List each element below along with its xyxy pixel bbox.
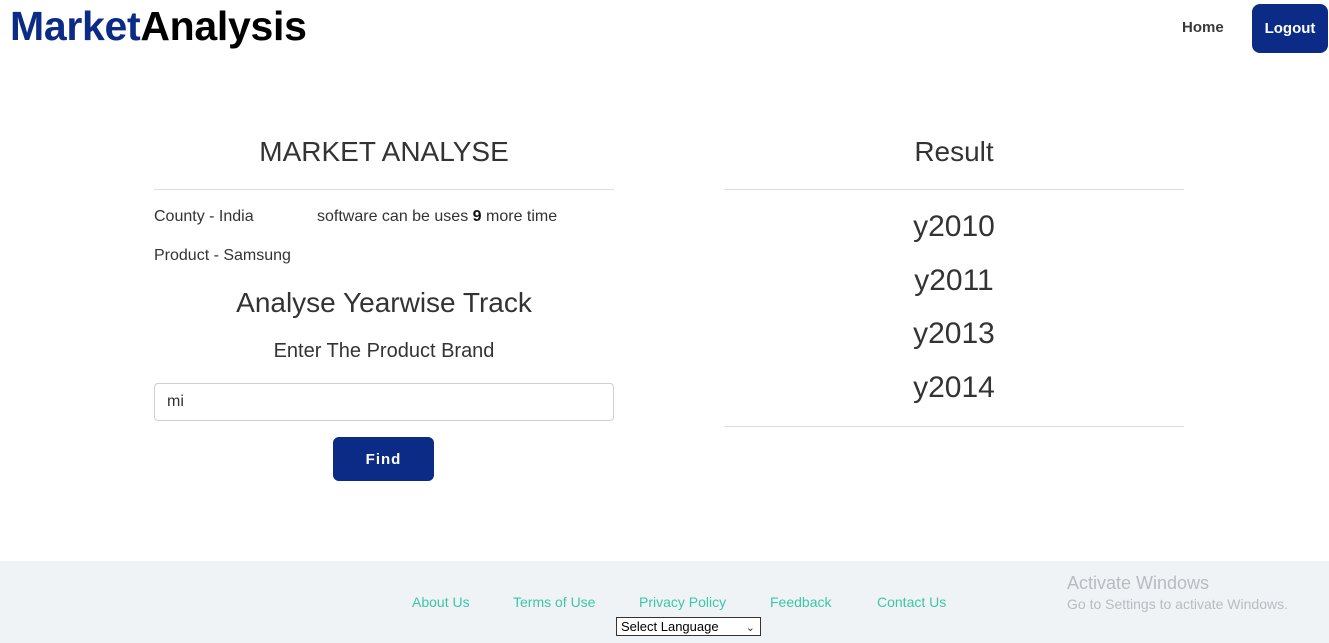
watermark-subtitle: Go to Settings to activate Windows. xyxy=(1067,596,1288,612)
usage-count: 9 xyxy=(472,208,482,225)
product-brand-input[interactable] xyxy=(154,383,614,421)
usage-prefix: software can be uses xyxy=(317,208,469,225)
result-panel: Result y2010 y2011 y2013 y2014 xyxy=(724,130,1184,427)
nav-home-link[interactable]: Home xyxy=(1182,18,1224,38)
result-item: y2011 xyxy=(914,263,994,297)
market-analyse-panel: MARKET ANALYSE County - India software c… xyxy=(154,130,614,481)
logout-button[interactable]: Logout xyxy=(1252,4,1328,53)
page: MarketAnalysis Home Logout MARKET ANALYS… xyxy=(0,0,1329,643)
language-select[interactable]: Select Language ⌄ xyxy=(616,617,761,636)
chevron-down-icon: ⌄ xyxy=(745,622,755,634)
footer-link-feedback[interactable]: Feedback xyxy=(770,594,831,610)
yearwise-track-heading: Analyse Yearwise Track xyxy=(236,287,532,318)
brand-part-analysis: Analysis xyxy=(140,3,307,49)
footer-link-about-us[interactable]: About Us xyxy=(412,594,470,610)
product-text: Product - Samsung xyxy=(154,247,291,264)
find-button[interactable]: Find xyxy=(333,437,434,481)
usage-suffix: more time xyxy=(486,208,558,225)
brand-part-market: Market xyxy=(10,3,141,49)
product-brand-prompt: Enter The Product Brand xyxy=(273,340,495,362)
country-text: County - India xyxy=(154,208,254,225)
result-list: y2010 y2011 y2013 y2014 xyxy=(724,190,1184,427)
footer-link-privacy-policy[interactable]: Privacy Policy xyxy=(639,594,726,610)
result-title: Result xyxy=(724,130,1184,190)
language-select-value: Select Language xyxy=(621,619,719,634)
result-item: y2014 xyxy=(913,370,995,404)
panel-title: MARKET ANALYSE xyxy=(154,130,614,190)
usage-info: software can be uses 9 more time xyxy=(317,208,557,226)
footer-link-contact-us[interactable]: Contact Us xyxy=(877,594,946,610)
footer-link-terms-of-use[interactable]: Terms of Use xyxy=(513,594,595,610)
watermark-title: Activate Windows xyxy=(1067,573,1210,593)
result-item: y2010 xyxy=(913,210,995,243)
result-item: y2013 xyxy=(913,317,995,350)
brand-logo[interactable]: MarketAnalysis xyxy=(10,3,307,49)
windows-activation-watermark: Activate Windows Go to Settings to activ… xyxy=(1067,572,1288,614)
